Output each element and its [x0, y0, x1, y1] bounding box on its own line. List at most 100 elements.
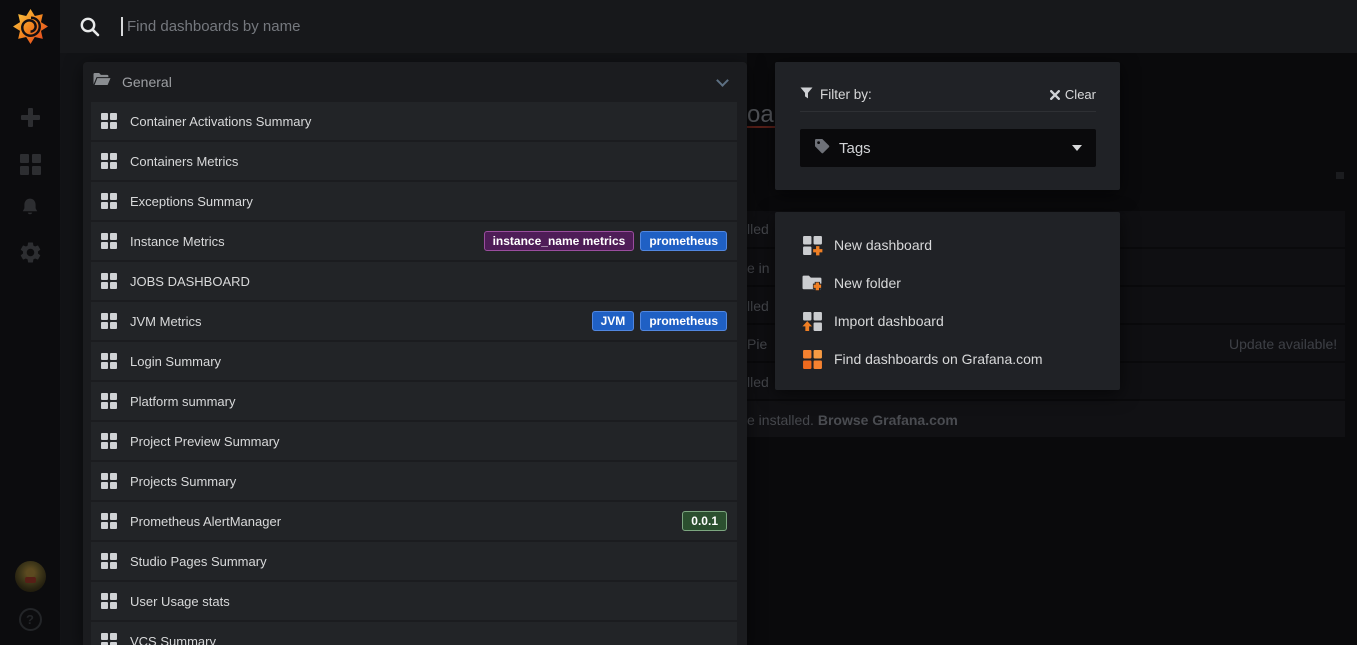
dashboard-row[interactable]: JOBS DASHBOARD [91, 262, 737, 300]
footer-text: e installed. [747, 412, 818, 428]
dashboard-row-label: Project Preview Summary [130, 434, 727, 449]
dashboard-row[interactable]: User Usage stats [91, 582, 737, 620]
background-text-fragment: Pie [747, 336, 767, 352]
funnel-icon [800, 86, 813, 104]
dashboard-grid-icon [101, 393, 117, 409]
background-text-fragment: lled [747, 221, 769, 237]
create-plus-icon[interactable] [0, 103, 60, 131]
dashboard-row-label: Platform summary [130, 394, 727, 409]
grafana-dashboard-search-screen: oar lled e in lled Pie lled Update avail… [0, 0, 1357, 645]
help-icon[interactable]: ? [0, 606, 60, 632]
dashboard-row[interactable]: Project Preview Summary [91, 422, 737, 460]
clear-label: Clear [1065, 87, 1096, 102]
clear-filters-button[interactable]: Clear [1050, 87, 1096, 102]
dashboard-row[interactable]: Containers Metrics [91, 142, 737, 180]
dashboard-row[interactable]: Instance Metrics instance_name metricspr… [91, 222, 737, 260]
dashboard-row-label: Exceptions Summary [130, 194, 727, 209]
filter-panel: Filter by: Clear Tags [775, 62, 1120, 190]
user-avatar[interactable] [0, 560, 60, 592]
dashboard-row-label: JVM Metrics [130, 314, 592, 329]
tag-badge[interactable]: prometheus [640, 311, 727, 331]
dashboard-row-label: Instance Metrics [130, 234, 484, 249]
background-text-fragment: lled [747, 298, 769, 314]
search-topbar: Find dashboards by name [60, 0, 1357, 53]
menu-item-find-dashboards-grafana-com[interactable]: Find dashboards on Grafana.com [775, 340, 1120, 378]
dashboard-row-label: User Usage stats [130, 594, 727, 609]
new-folder-icon [801, 272, 823, 294]
dashboard-row-label: Container Activations Summary [130, 114, 727, 129]
filter-title: Filter by: [820, 87, 1050, 102]
dashboard-grid-icon [101, 273, 117, 289]
folder-name: General [122, 74, 718, 90]
background-footer-fragment: e installed. Browse Grafana.com [747, 412, 958, 428]
background-text-fragment: lled [747, 374, 769, 390]
tag-badge[interactable]: prometheus [640, 231, 727, 251]
chevron-down-icon[interactable] [716, 74, 729, 87]
dashboard-grid-icon [101, 633, 117, 645]
update-available-badge: Update available! [1229, 336, 1337, 352]
text-caret [121, 17, 123, 36]
dashboard-grid-icon [101, 313, 117, 329]
dashboard-row[interactable]: Projects Summary [91, 462, 737, 500]
dashboard-row-label: Studio Pages Summary [130, 554, 727, 569]
dashboard-row-tags: instance_name metricsprometheus [484, 231, 727, 251]
grafana-logo[interactable] [0, 4, 60, 48]
dashboard-grid-icon [101, 193, 117, 209]
dashboard-row[interactable]: Exceptions Summary [91, 182, 737, 220]
dashboard-grid-icon [101, 593, 117, 609]
tag-badge[interactable]: instance_name metrics [484, 231, 635, 251]
menu-item-label: New dashboard [834, 237, 932, 253]
dashboard-row-label: Projects Summary [130, 474, 727, 489]
dashboard-actions-menu: New dashboard New folder [775, 212, 1120, 390]
background-panel-corner [1336, 172, 1344, 179]
dashboard-row-label: JOBS DASHBOARD [130, 274, 727, 289]
dashboard-row[interactable]: Prometheus AlertManager 0.0.1 [91, 502, 737, 540]
dashboards-grid-icon[interactable] [0, 150, 60, 178]
folder-open-icon [93, 72, 111, 92]
grafana-com-icon [801, 348, 823, 370]
dashboard-grid-icon [101, 473, 117, 489]
dashboard-grid-icon [101, 233, 117, 249]
dashboard-row-label: Prometheus AlertManager [130, 514, 682, 529]
search-icon [78, 15, 102, 39]
x-icon [1050, 90, 1060, 100]
tag-badge[interactable]: JVM [592, 311, 635, 331]
dashboard-grid-icon [101, 353, 117, 369]
side-nav: ? [0, 0, 60, 645]
dashboard-row[interactable]: VCS Summary [91, 622, 737, 645]
settings-gear-icon[interactable] [0, 238, 60, 266]
import-dashboard-icon [801, 310, 823, 332]
dashboard-row[interactable]: Studio Pages Summary [91, 542, 737, 580]
dashboard-grid-icon [101, 153, 117, 169]
tag-icon [814, 138, 830, 159]
alerting-bell-icon[interactable] [0, 194, 60, 222]
dashboard-row[interactable]: JVM Metrics JVMprometheus [91, 302, 737, 340]
search-results-panel: General Container Activations Summary Co… [83, 62, 747, 645]
dashboard-row[interactable]: Platform summary [91, 382, 737, 420]
tags-select-value: Tags [839, 140, 1072, 157]
menu-item-import-dashboard[interactable]: Import dashboard [775, 302, 1120, 340]
dashboard-row-tags: JVMprometheus [592, 311, 727, 331]
menu-item-new-dashboard[interactable]: New dashboard [775, 226, 1120, 264]
dashboard-row[interactable]: Login Summary [91, 342, 737, 380]
dashboard-list: Container Activations Summary Containers… [83, 102, 747, 645]
dashboard-grid-icon [101, 433, 117, 449]
tag-badge[interactable]: 0.0.1 [682, 511, 727, 531]
folder-section-header[interactable]: General [83, 62, 747, 102]
search-input[interactable]: Find dashboards by name [127, 18, 300, 35]
dashboard-row-tags: 0.0.1 [682, 511, 727, 531]
menu-item-label: Import dashboard [834, 313, 944, 329]
tags-filter-select[interactable]: Tags [800, 129, 1096, 167]
dashboard-row[interactable]: Container Activations Summary [91, 102, 737, 140]
dashboard-grid-icon [101, 513, 117, 529]
filter-header: Filter by: Clear [800, 86, 1096, 112]
dashboard-row-label: VCS Summary [130, 634, 727, 645]
caret-down-icon [1072, 145, 1082, 151]
browse-grafana-link: Browse Grafana.com [818, 412, 958, 428]
dashboard-row-label: Containers Metrics [130, 154, 727, 169]
dashboard-grid-icon [101, 553, 117, 569]
menu-item-new-folder[interactable]: New folder [775, 264, 1120, 302]
menu-item-label: New folder [834, 275, 901, 291]
dashboard-row-label: Login Summary [130, 354, 727, 369]
background-text-fragment: e in [747, 260, 770, 276]
